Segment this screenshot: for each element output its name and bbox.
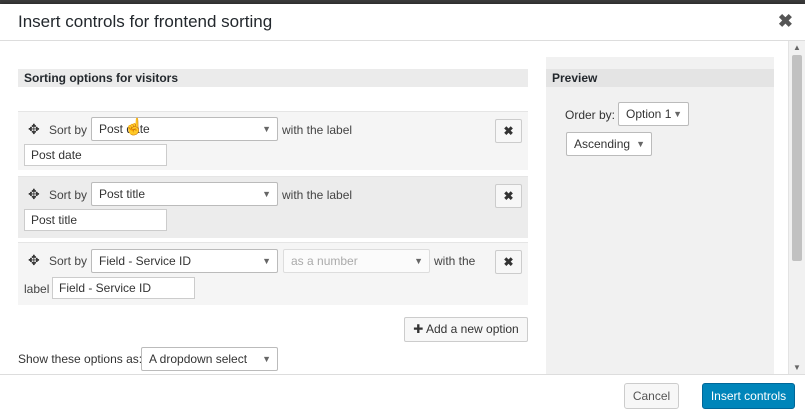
dialog-footer: Cancel Insert controls (0, 374, 805, 415)
chevron-down-icon: ▼ (636, 139, 645, 149)
sort-field-value: Field - Service ID (99, 254, 192, 268)
dialog-titlebar: Insert controls for frontend sorting ✖ (0, 4, 805, 41)
sort-by-label: Sort by (49, 123, 88, 137)
preview-title: Preview (546, 69, 774, 87)
option-label-input[interactable]: Post date (24, 144, 167, 166)
preview-panel: Preview Order by: Option 1 ▼ Ascending ▼ (546, 57, 774, 374)
sort-field-select[interactable]: Field - Service ID ▼ (91, 249, 278, 273)
chevron-down-icon: ▼ (262, 124, 271, 134)
sort-field-select[interactable]: Post title ▼ (91, 182, 278, 206)
with-the-label-text: with the label (282, 123, 353, 137)
add-new-option-button[interactable]: ✚ Add a new option (404, 317, 528, 342)
chevron-down-icon: ▼ (673, 109, 682, 119)
sorting-section-title: Sorting options for visitors (18, 69, 528, 87)
chevron-down-icon: ▼ (262, 256, 271, 266)
scroll-thumb[interactable] (792, 55, 802, 261)
insert-controls-dialog: Insert controls for frontend sorting ✖ S… (0, 4, 805, 415)
dialog-body: Sorting options for visitors ✥ Sort by P… (0, 41, 789, 374)
close-icon: ✖ (503, 255, 514, 269)
with-the-text: with the (434, 254, 476, 268)
dialog-scrollbar[interactable]: ▲ ▼ (788, 41, 805, 374)
preview-order-by-value: Option 1 (626, 107, 672, 121)
move-icon[interactable]: ✥ (28, 121, 40, 138)
preview-direction-select[interactable]: Ascending ▼ (566, 132, 652, 156)
close-icon: ✖ (503, 124, 514, 138)
show-options-as-label: Show these options as: (18, 352, 143, 366)
sort-as-select[interactable]: as a number ▼ (283, 249, 430, 273)
sort-option-row: ✥ Sort by Field - Service ID ▼ as a numb… (18, 242, 528, 305)
sort-by-label: Sort by (49, 254, 88, 268)
remove-option-button[interactable]: ✖ (495, 119, 522, 143)
sort-option-row: ✥ Sort by Post title ▼ with the label ✖ … (18, 176, 528, 238)
close-icon[interactable]: ✖ (778, 11, 793, 32)
sort-field-select[interactable]: Post date ▼ (91, 117, 278, 141)
sort-option-row: ✥ Sort by Post date ▼ with the label ✖ P… (18, 111, 528, 170)
move-icon[interactable]: ✥ (28, 186, 40, 203)
chevron-down-icon: ▼ (262, 189, 271, 199)
sort-field-value: Post title (99, 187, 146, 201)
label-text: label (24, 282, 50, 296)
chevron-down-icon: ▼ (414, 256, 423, 266)
remove-option-button[interactable]: ✖ (495, 184, 522, 208)
close-icon: ✖ (503, 189, 514, 203)
dialog-title: Insert controls for frontend sorting (18, 12, 273, 31)
preview-direction-value: Ascending (574, 137, 631, 151)
preview-order-by-select[interactable]: Option 1 ▼ (618, 102, 689, 126)
with-the-label-text: with the label (282, 188, 353, 202)
scroll-down-icon[interactable]: ▼ (793, 363, 801, 372)
order-by-label: Order by: (565, 108, 616, 122)
mouse-pointer-icon: ☝ (124, 119, 144, 136)
move-icon[interactable]: ✥ (28, 252, 40, 269)
show-as-value: A dropdown select (149, 352, 248, 366)
show-as-select[interactable]: A dropdown select ▼ (141, 347, 278, 371)
option-label-input[interactable]: Post title (24, 209, 167, 231)
insert-controls-button[interactable]: Insert controls (702, 383, 795, 409)
remove-option-button[interactable]: ✖ (495, 250, 522, 274)
sort-as-value: as a number (291, 254, 358, 268)
cancel-button[interactable]: Cancel (624, 383, 679, 409)
option-label-input[interactable]: Field - Service ID (52, 277, 195, 299)
sort-by-label: Sort by (49, 188, 88, 202)
scroll-up-icon[interactable]: ▲ (793, 43, 801, 52)
chevron-down-icon: ▼ (262, 354, 271, 364)
